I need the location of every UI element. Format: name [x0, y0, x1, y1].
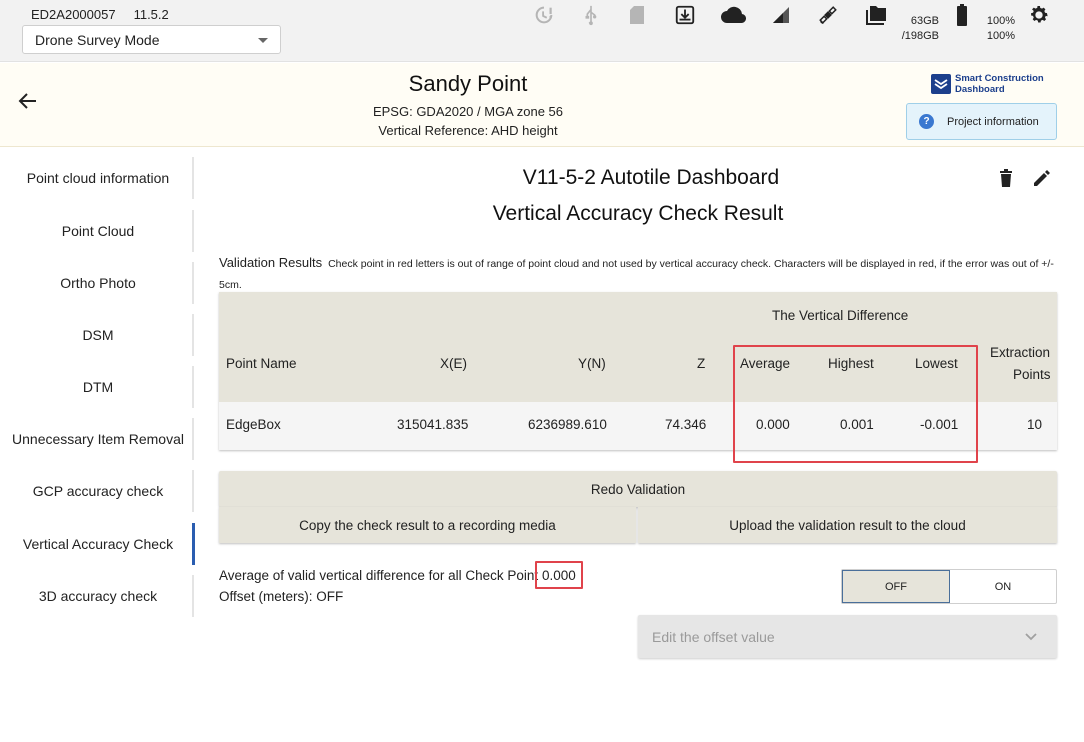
header-points: Points [1013, 367, 1051, 382]
trash-icon[interactable] [996, 168, 1016, 188]
mode-value: Drone Survey Mode [35, 32, 160, 48]
sidebar-item-label: Point cloud information [26, 170, 170, 186]
section-title: Vertical Accuracy Check Result [492, 202, 784, 225]
status-bar: ED2A2000057 11.5.2 Drone Survey Mode 63GB… [0, 0, 1084, 62]
cell-x: 315041.835 [397, 417, 469, 432]
sidebar-item-label: DSM [82, 327, 114, 343]
sidebar-item-label: Point Cloud [61, 223, 135, 239]
cell-extraction: 10 [1027, 417, 1043, 432]
toggle-on-button[interactable]: ON [950, 570, 1056, 603]
offset-value-placeholder: Edit the offset value [652, 628, 775, 645]
chevron-down-icon [1025, 629, 1037, 641]
header-y: Y(N) [578, 356, 606, 371]
toggle-off-button[interactable]: OFF [842, 570, 950, 603]
edit-pencil-icon[interactable] [1032, 168, 1052, 188]
highlight-average-value [535, 561, 583, 589]
cloud-icon[interactable] [719, 0, 747, 30]
redo-validation-label: Redo Validation [590, 481, 686, 497]
copy-result-label: Copy the check result to a recording med… [299, 517, 556, 533]
table-group-header: The Vertical Difference [772, 308, 909, 323]
project-information-button[interactable]: ? Project information [906, 103, 1057, 140]
sidebar-item-unnecessary-item-removal[interactable]: Unnecessary Item Removal [0, 418, 196, 460]
average-summary: Average of valid vertical difference for… [219, 568, 576, 583]
settings-icon[interactable] [1025, 0, 1053, 30]
logo-text-line1: Smart Construction [955, 73, 1044, 84]
battery-level-2: 100% [986, 30, 1015, 42]
sidebar-item-point-cloud[interactable]: Point Cloud [0, 210, 196, 252]
cell-z: 74.346 [665, 417, 707, 432]
smart-construction-logo: Smart Construction Dashboard [931, 71, 1044, 97]
chevron-down-icon [258, 38, 268, 43]
upload-result-label: Upload the validation result to the clou… [729, 517, 966, 533]
storage-total: /198GB [901, 30, 939, 42]
cell-point-name: EdgeBox [226, 417, 281, 432]
validation-results-heading: Validation Results [219, 255, 323, 270]
header-extraction: Extraction [990, 345, 1051, 360]
upload-result-button[interactable]: Upload the validation result to the clou… [638, 507, 1057, 543]
project-header: Sandy Point EPSG: GDA2020 / MGA zone 56 … [0, 63, 1084, 147]
sidebar-item-label: GCP accuracy check [32, 483, 164, 499]
highlight-vertical-difference [733, 345, 978, 463]
sidebar-item-label: Unnecessary Item Removal [12, 431, 184, 447]
sidebar-item-ortho-photo[interactable]: Ortho Photo [0, 262, 196, 304]
dashboard-title: V11-5-2 Autotile Dashboard [522, 166, 780, 189]
usb-icon[interactable] [577, 0, 605, 30]
storage-readout: 63GB /198GB [895, 14, 939, 44]
sync-icon[interactable] [530, 0, 558, 30]
sidebar-item-label: DTM [82, 379, 114, 395]
folder-icon[interactable] [862, 0, 890, 30]
satellite-icon[interactable] [814, 0, 842, 30]
sd-card-icon[interactable] [623, 0, 651, 30]
logo-mark-icon [931, 74, 951, 94]
header-x: X(E) [440, 356, 467, 371]
cell-y: 6236989.610 [528, 417, 607, 432]
sidebar-item-label: 3D accuracy check [38, 588, 158, 604]
project-information-label: Project information [947, 115, 1039, 128]
project-name: Sandy Point [408, 71, 528, 96]
download-icon[interactable] [671, 0, 699, 30]
copy-result-button[interactable]: Copy the check result to a recording med… [219, 507, 636, 543]
header-z: Z [697, 356, 706, 371]
average-label: Average of valid vertical difference for… [219, 568, 539, 583]
sidebar-item-point-cloud-information[interactable]: Point cloud information [0, 157, 196, 199]
sidebar-item-label: Ortho Photo [60, 275, 136, 291]
offset-toggle[interactable]: OFF ON [841, 569, 1057, 604]
sidebar-item-dtm[interactable]: DTM [0, 366, 196, 408]
battery-readout: 100% 100% [979, 14, 1015, 44]
battery-level-1: 100% [986, 15, 1015, 27]
offset-value-dropdown[interactable]: Edit the offset value [638, 615, 1057, 658]
validation-results-label: Validation Results Check point in red let… [219, 252, 1059, 296]
sidebar-item-gcp-accuracy-check[interactable]: GCP accuracy check [0, 470, 196, 512]
help-icon: ? [919, 114, 934, 129]
project-epsg: EPSG: GDA2020 / MGA zone 56 [372, 104, 564, 119]
storage-free: 63GB [910, 15, 939, 27]
device-id: ED2A2000057 [31, 7, 116, 22]
redo-validation-button[interactable]: Redo Validation [219, 471, 1057, 507]
sidebar-item-3d-accuracy-check[interactable]: 3D accuracy check [0, 575, 196, 617]
signal-icon [767, 0, 795, 30]
sidebar-item-vertical-accuracy-check[interactable]: Vertical Accuracy Check [0, 523, 196, 565]
battery-icon [948, 0, 976, 30]
header-point-name: Point Name [226, 356, 297, 371]
logo-text-line2: Dashboard [955, 84, 1005, 95]
sidebar-item-dsm[interactable]: DSM [0, 314, 196, 356]
validation-results-note: Check point in red letters is out of ran… [219, 258, 1054, 291]
software-version: 11.5.2 [133, 7, 169, 22]
project-vertical-reference: Vertical Reference: AHD height [378, 123, 558, 138]
offset-status: Offset (meters): OFF [219, 589, 344, 604]
sidebar-item-label: Vertical Accuracy Check [22, 536, 174, 552]
device-info: ED2A2000057 11.5.2 [31, 7, 169, 22]
mode-dropdown[interactable]: Drone Survey Mode [22, 25, 281, 54]
